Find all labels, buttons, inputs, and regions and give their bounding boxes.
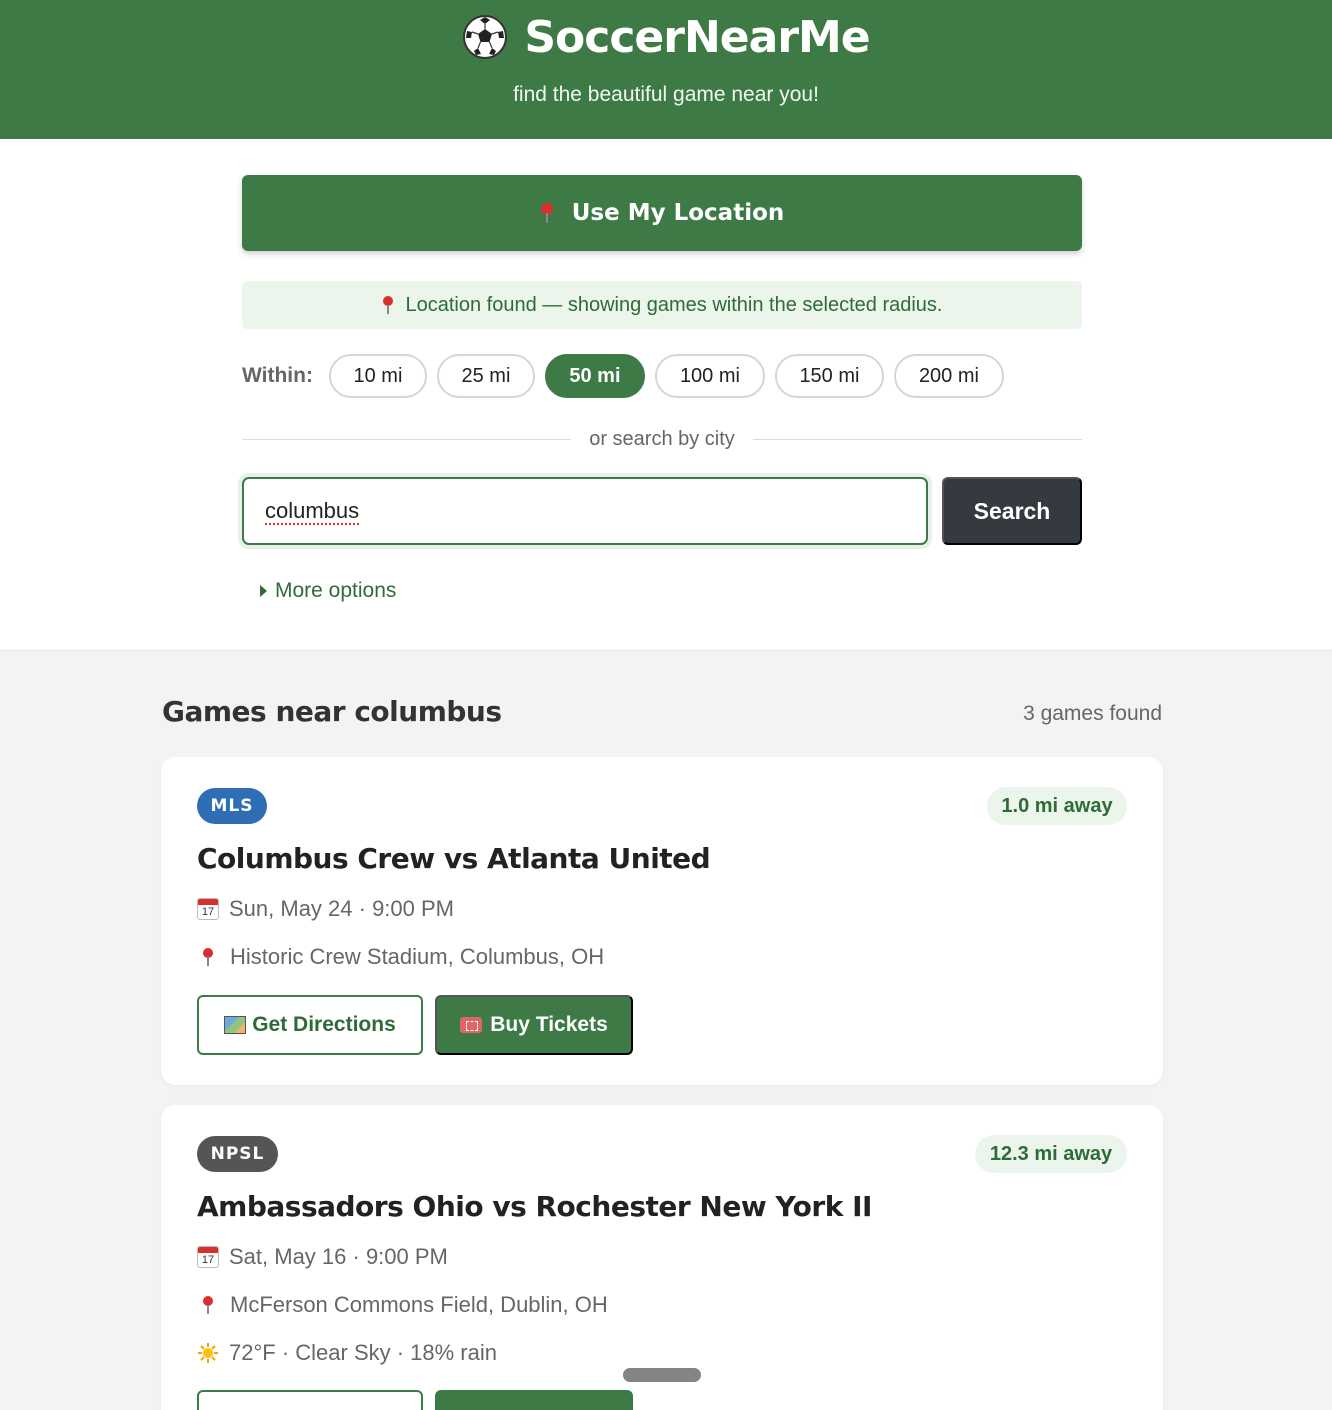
radius-chip-10[interactable]: 10 mi [329, 354, 427, 398]
venue-text: McFerson Commons Field, Dublin, OH [230, 1292, 608, 1318]
brand: SoccerNearMe [0, 0, 1332, 62]
buy-tickets-button[interactable] [435, 1390, 633, 1410]
more-options-label: More options [275, 579, 396, 603]
sun-icon [197, 1342, 219, 1364]
radius-chip-150[interactable]: 150 mi [775, 354, 884, 398]
location-pin-icon [202, 1296, 214, 1314]
radius-label: Within: [242, 364, 313, 388]
site-title: SoccerNearMe [524, 12, 869, 63]
city-search-input[interactable]: columbus [242, 477, 928, 545]
get-directions-button[interactable]: Get Directions [197, 995, 423, 1055]
use-my-location-button[interactable]: Use My Location [242, 175, 1082, 251]
tagline: find the beautiful game near you! [0, 83, 1332, 107]
game-datetime: 17 Sat, May 16 · 9:00 PM [197, 1244, 448, 1270]
radius-chip-200[interactable]: 200 mi [894, 354, 1004, 398]
search-panel: Use My Location Location found — showing… [0, 139, 1332, 650]
radius-chip-100[interactable]: 100 mi [655, 354, 765, 398]
site-header: SoccerNearMe find the beautiful game nea… [0, 0, 1332, 139]
game-title: Ambassadors Ohio vs Rochester New York I… [197, 1190, 872, 1223]
buy-tickets-label: Buy Tickets [490, 1013, 608, 1037]
game-card: MLS 1.0 mi away Columbus Crew vs Atlanta… [161, 757, 1163, 1085]
get-directions-label: Get Directions [252, 1013, 396, 1037]
game-venue: Historic Crew Stadium, Columbus, OH [197, 944, 604, 970]
datetime-text: Sun, May 24 · 9:00 PM [229, 896, 454, 922]
venue-text: Historic Crew Stadium, Columbus, OH [230, 944, 604, 970]
radius-selector: Within: 10 mi 25 mi 50 mi 100 mi 150 mi … [242, 354, 1014, 398]
scroll-indicator[interactable] [623, 1368, 701, 1382]
search-divider: or search by city [242, 427, 1082, 451]
results-count: 3 games found [1023, 702, 1162, 726]
distance-badge: 12.3 mi away [975, 1135, 1127, 1173]
league-badge: NPSL [197, 1136, 278, 1172]
divider-text: or search by city [571, 428, 753, 451]
calendar-icon: 17 [197, 1246, 219, 1268]
results-section: Games near columbus 3 games found MLS 1.… [0, 650, 1332, 1410]
results-title: Games near columbus [162, 695, 502, 728]
league-badge: MLS [197, 788, 267, 824]
use-my-location-label: Use My Location [572, 200, 785, 226]
datetime-text: Sat, May 16 · 9:00 PM [229, 1244, 448, 1270]
buy-tickets-button[interactable]: Buy Tickets [435, 995, 633, 1055]
calendar-icon: 17 [197, 898, 219, 920]
disclosure-triangle-icon [260, 585, 267, 597]
game-datetime: 17 Sun, May 24 · 9:00 PM [197, 896, 454, 922]
map-icon [224, 1016, 246, 1034]
soccer-ball-icon [462, 14, 508, 60]
game-weather: 72°F · Clear Sky · 18% rain [197, 1340, 497, 1366]
location-pin-icon [540, 203, 554, 223]
get-directions-button[interactable] [197, 1390, 423, 1410]
location-pin-icon [202, 948, 214, 966]
location-pin-icon [382, 296, 394, 314]
ticket-icon [460, 1017, 482, 1033]
location-status-banner: Location found — showing games within th… [242, 281, 1082, 329]
search-button[interactable]: Search [942, 477, 1082, 545]
distance-badge: 1.0 mi away [987, 787, 1127, 825]
more-options-toggle[interactable]: More options [260, 579, 396, 603]
game-title: Columbus Crew vs Atlanta United [197, 842, 710, 875]
weather-text: 72°F · Clear Sky · 18% rain [229, 1340, 497, 1366]
radius-chip-50[interactable]: 50 mi [545, 354, 645, 398]
game-card: NPSL 12.3 mi away Ambassadors Ohio vs Ro… [161, 1105, 1163, 1410]
location-status-text: Location found — showing games within th… [406, 294, 943, 317]
city-search-value: columbus [265, 498, 359, 524]
game-venue: McFerson Commons Field, Dublin, OH [197, 1292, 608, 1318]
radius-chip-25[interactable]: 25 mi [437, 354, 535, 398]
